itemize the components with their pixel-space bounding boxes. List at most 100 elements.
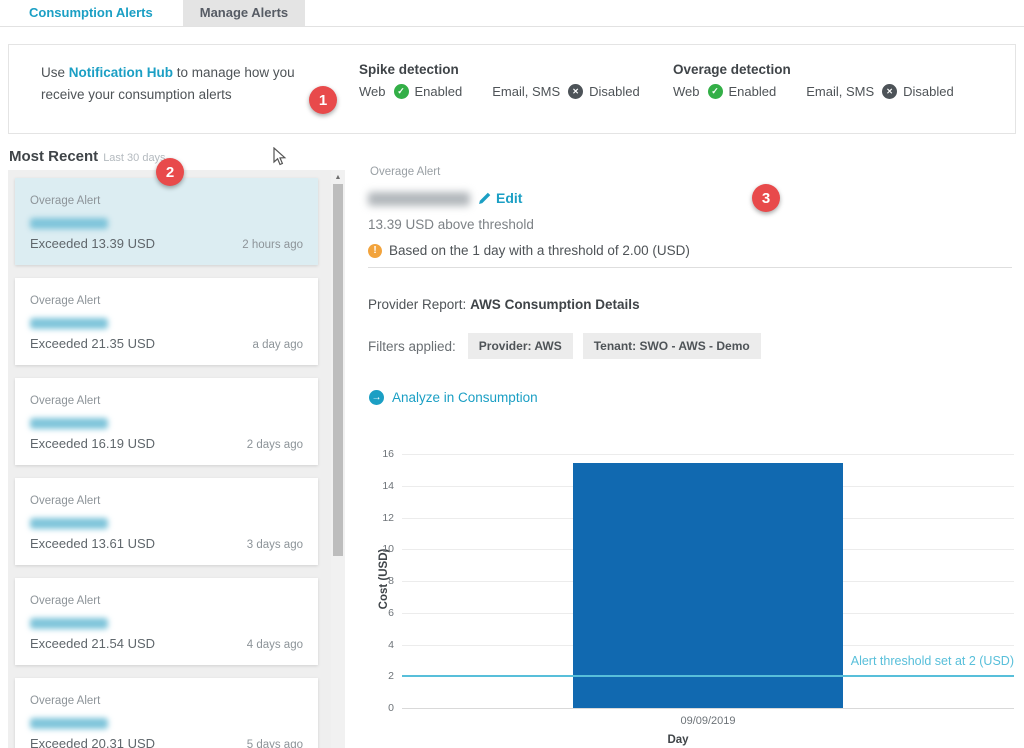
chart-y-tick-label: 12 (370, 512, 394, 524)
alert-message: Exceeded 13.61 USD (30, 536, 155, 551)
based-on-row: Based on the 1 day with a threshold of 2… (368, 243, 690, 258)
alert-message: Exceeded 21.54 USD (30, 636, 155, 651)
analyze-label: Analyze in Consumption (392, 390, 538, 405)
alert-message: Exceeded 13.39 USD (30, 236, 155, 251)
edit-alert-button[interactable]: Edit (478, 190, 522, 206)
alert-timestamp: 3 days ago (247, 539, 303, 551)
mouse-cursor-icon (273, 147, 287, 167)
disabled-cross-icon (568, 84, 583, 99)
notification-hub-text: Use Notification Hub to manage how you r… (41, 62, 331, 106)
annotation-badge-1: 1 (309, 86, 337, 114)
alert-list: Overage Alert Exceeded 13.39 USD 2 hours… (8, 170, 345, 748)
redacted-product-name (30, 618, 108, 629)
tab-manage-alerts[interactable]: Manage Alerts (183, 0, 305, 26)
alert-card[interactable]: Overage Alert Exceeded 21.54 USD 4 days … (15, 578, 318, 665)
redacted-product-name (30, 418, 108, 429)
alert-message: Exceeded 21.35 USD (30, 336, 155, 351)
most-recent-title: Most Recent (9, 148, 98, 165)
info-text-prefix: Use (41, 65, 65, 80)
filter-chip-provider: Provider: AWS (468, 333, 573, 359)
alert-threshold-label: Alert threshold set at 2 (USD) (714, 654, 1014, 668)
chart-y-tick-label: 2 (370, 670, 394, 682)
alert-card[interactable]: Overage Alert Exceeded 13.39 USD 2 hours… (15, 178, 318, 265)
provider-report-value: AWS Consumption Details (470, 297, 640, 312)
redacted-product-name (30, 518, 108, 529)
alert-type-label: Overage Alert (30, 295, 303, 307)
filter-chip-tenant: Tenant: SWO - AWS - Demo (583, 333, 761, 359)
most-recent-header: Most Recent Last 30 days (9, 148, 166, 165)
above-threshold-text: 13.39 USD above threshold (368, 217, 534, 232)
spike-email-label: Email, SMS (492, 84, 560, 99)
alert-card[interactable]: Overage Alert Exceeded 16.19 USD 2 days … (15, 378, 318, 465)
overage-email-status: Disabled (903, 84, 954, 99)
redacted-product-name (30, 318, 108, 329)
provider-report-row: Provider Report: AWS Consumption Details (368, 297, 640, 312)
arrow-right-circle-icon (369, 390, 384, 405)
warning-icon (368, 244, 382, 258)
alert-type-label: Overage Alert (30, 595, 303, 607)
detail-alert-type-label: Overage Alert (370, 166, 440, 178)
pencil-icon (478, 192, 491, 205)
enabled-check-icon (394, 84, 409, 99)
chart-y-tick-label: 4 (370, 639, 394, 651)
alert-card[interactable]: Overage Alert Exceeded 21.35 USD a day a… (15, 278, 318, 365)
chart-gridline (402, 708, 1014, 709)
alert-type-label: Overage Alert (30, 395, 303, 407)
consumption-alerts-page: Consumption Alerts Manage Alerts Use Not… (0, 0, 1024, 748)
chart-y-tick-label: 16 (370, 448, 394, 460)
analyze-in-consumption-link[interactable]: Analyze in Consumption (369, 390, 538, 405)
annotation-badge-2: 2 (156, 158, 184, 186)
alert-card[interactable]: Overage Alert Exceeded 13.61 USD 3 days … (15, 478, 318, 565)
chart-x-axis-label: Day (638, 734, 718, 746)
spike-web-status: Enabled (415, 84, 463, 99)
spike-email-status: Disabled (589, 84, 640, 99)
tab-consumption-alerts[interactable]: Consumption Alerts (12, 0, 170, 26)
alert-message: Exceeded 20.31 USD (30, 736, 155, 748)
notification-info-bar: Use Notification Hub to manage how you r… (8, 44, 1016, 134)
notification-hub-link[interactable]: Notification Hub (69, 65, 173, 80)
tab-bar: Consumption Alerts Manage Alerts (0, 0, 1024, 27)
alert-card[interactable]: Overage Alert Exceeded 20.31 USD 5 days … (15, 678, 318, 748)
chart-gridline (402, 454, 1014, 455)
spike-detection-section: Spike detection Web Enabled Email, SMS D… (359, 62, 640, 99)
scrollbar-thumb[interactable] (333, 184, 343, 556)
alert-timestamp: 4 days ago (247, 639, 303, 651)
alert-message: Exceeded 16.19 USD (30, 436, 155, 451)
chart-bar (573, 463, 843, 708)
list-scrollbar[interactable]: ▲ (331, 170, 345, 748)
disabled-cross-icon (882, 84, 897, 99)
enabled-check-icon (708, 84, 723, 99)
overage-web-status: Enabled (729, 84, 777, 99)
based-on-text: Based on the 1 day with a threshold of 2… (389, 243, 690, 258)
chart-y-tick-label: 8 (370, 575, 394, 587)
chart-y-tick-label: 14 (370, 480, 394, 492)
cost-bar-chart: Cost (USD) Day 024681012141609/09/2019Al… (370, 440, 1022, 748)
redacted-product-name (30, 218, 108, 229)
spike-web-label: Web (359, 84, 386, 99)
overage-detection-title: Overage detection (673, 62, 954, 77)
chart-y-tick-label: 10 (370, 543, 394, 555)
most-recent-subtitle: Last 30 days (103, 152, 165, 164)
overage-email-label: Email, SMS (806, 84, 874, 99)
divider (368, 267, 1012, 268)
scrollbar-up-arrow-icon[interactable]: ▲ (331, 172, 345, 184)
alert-type-label: Overage Alert (30, 195, 303, 207)
alert-type-label: Overage Alert (30, 495, 303, 507)
alert-timestamp: 5 days ago (247, 739, 303, 748)
chart-y-tick-label: 0 (370, 702, 394, 714)
chart-x-tick-label: 09/09/2019 (573, 715, 843, 727)
alert-threshold-line (402, 675, 1014, 677)
redacted-product-name (368, 192, 470, 206)
overage-detection-section: Overage detection Web Enabled Email, SMS… (673, 62, 954, 99)
spike-detection-title: Spike detection (359, 62, 640, 77)
chart-y-tick-label: 6 (370, 607, 394, 619)
filters-applied-label: Filters applied: (368, 339, 456, 354)
alert-timestamp: a day ago (252, 339, 303, 351)
edit-label: Edit (496, 190, 522, 206)
overage-web-label: Web (673, 84, 700, 99)
alert-timestamp: 2 hours ago (242, 239, 303, 251)
provider-report-label: Provider Report: (368, 297, 466, 312)
redacted-product-name (30, 718, 108, 729)
filters-applied-row: Filters applied: Provider: AWS Tenant: S… (368, 333, 771, 359)
alert-timestamp: 2 days ago (247, 439, 303, 451)
